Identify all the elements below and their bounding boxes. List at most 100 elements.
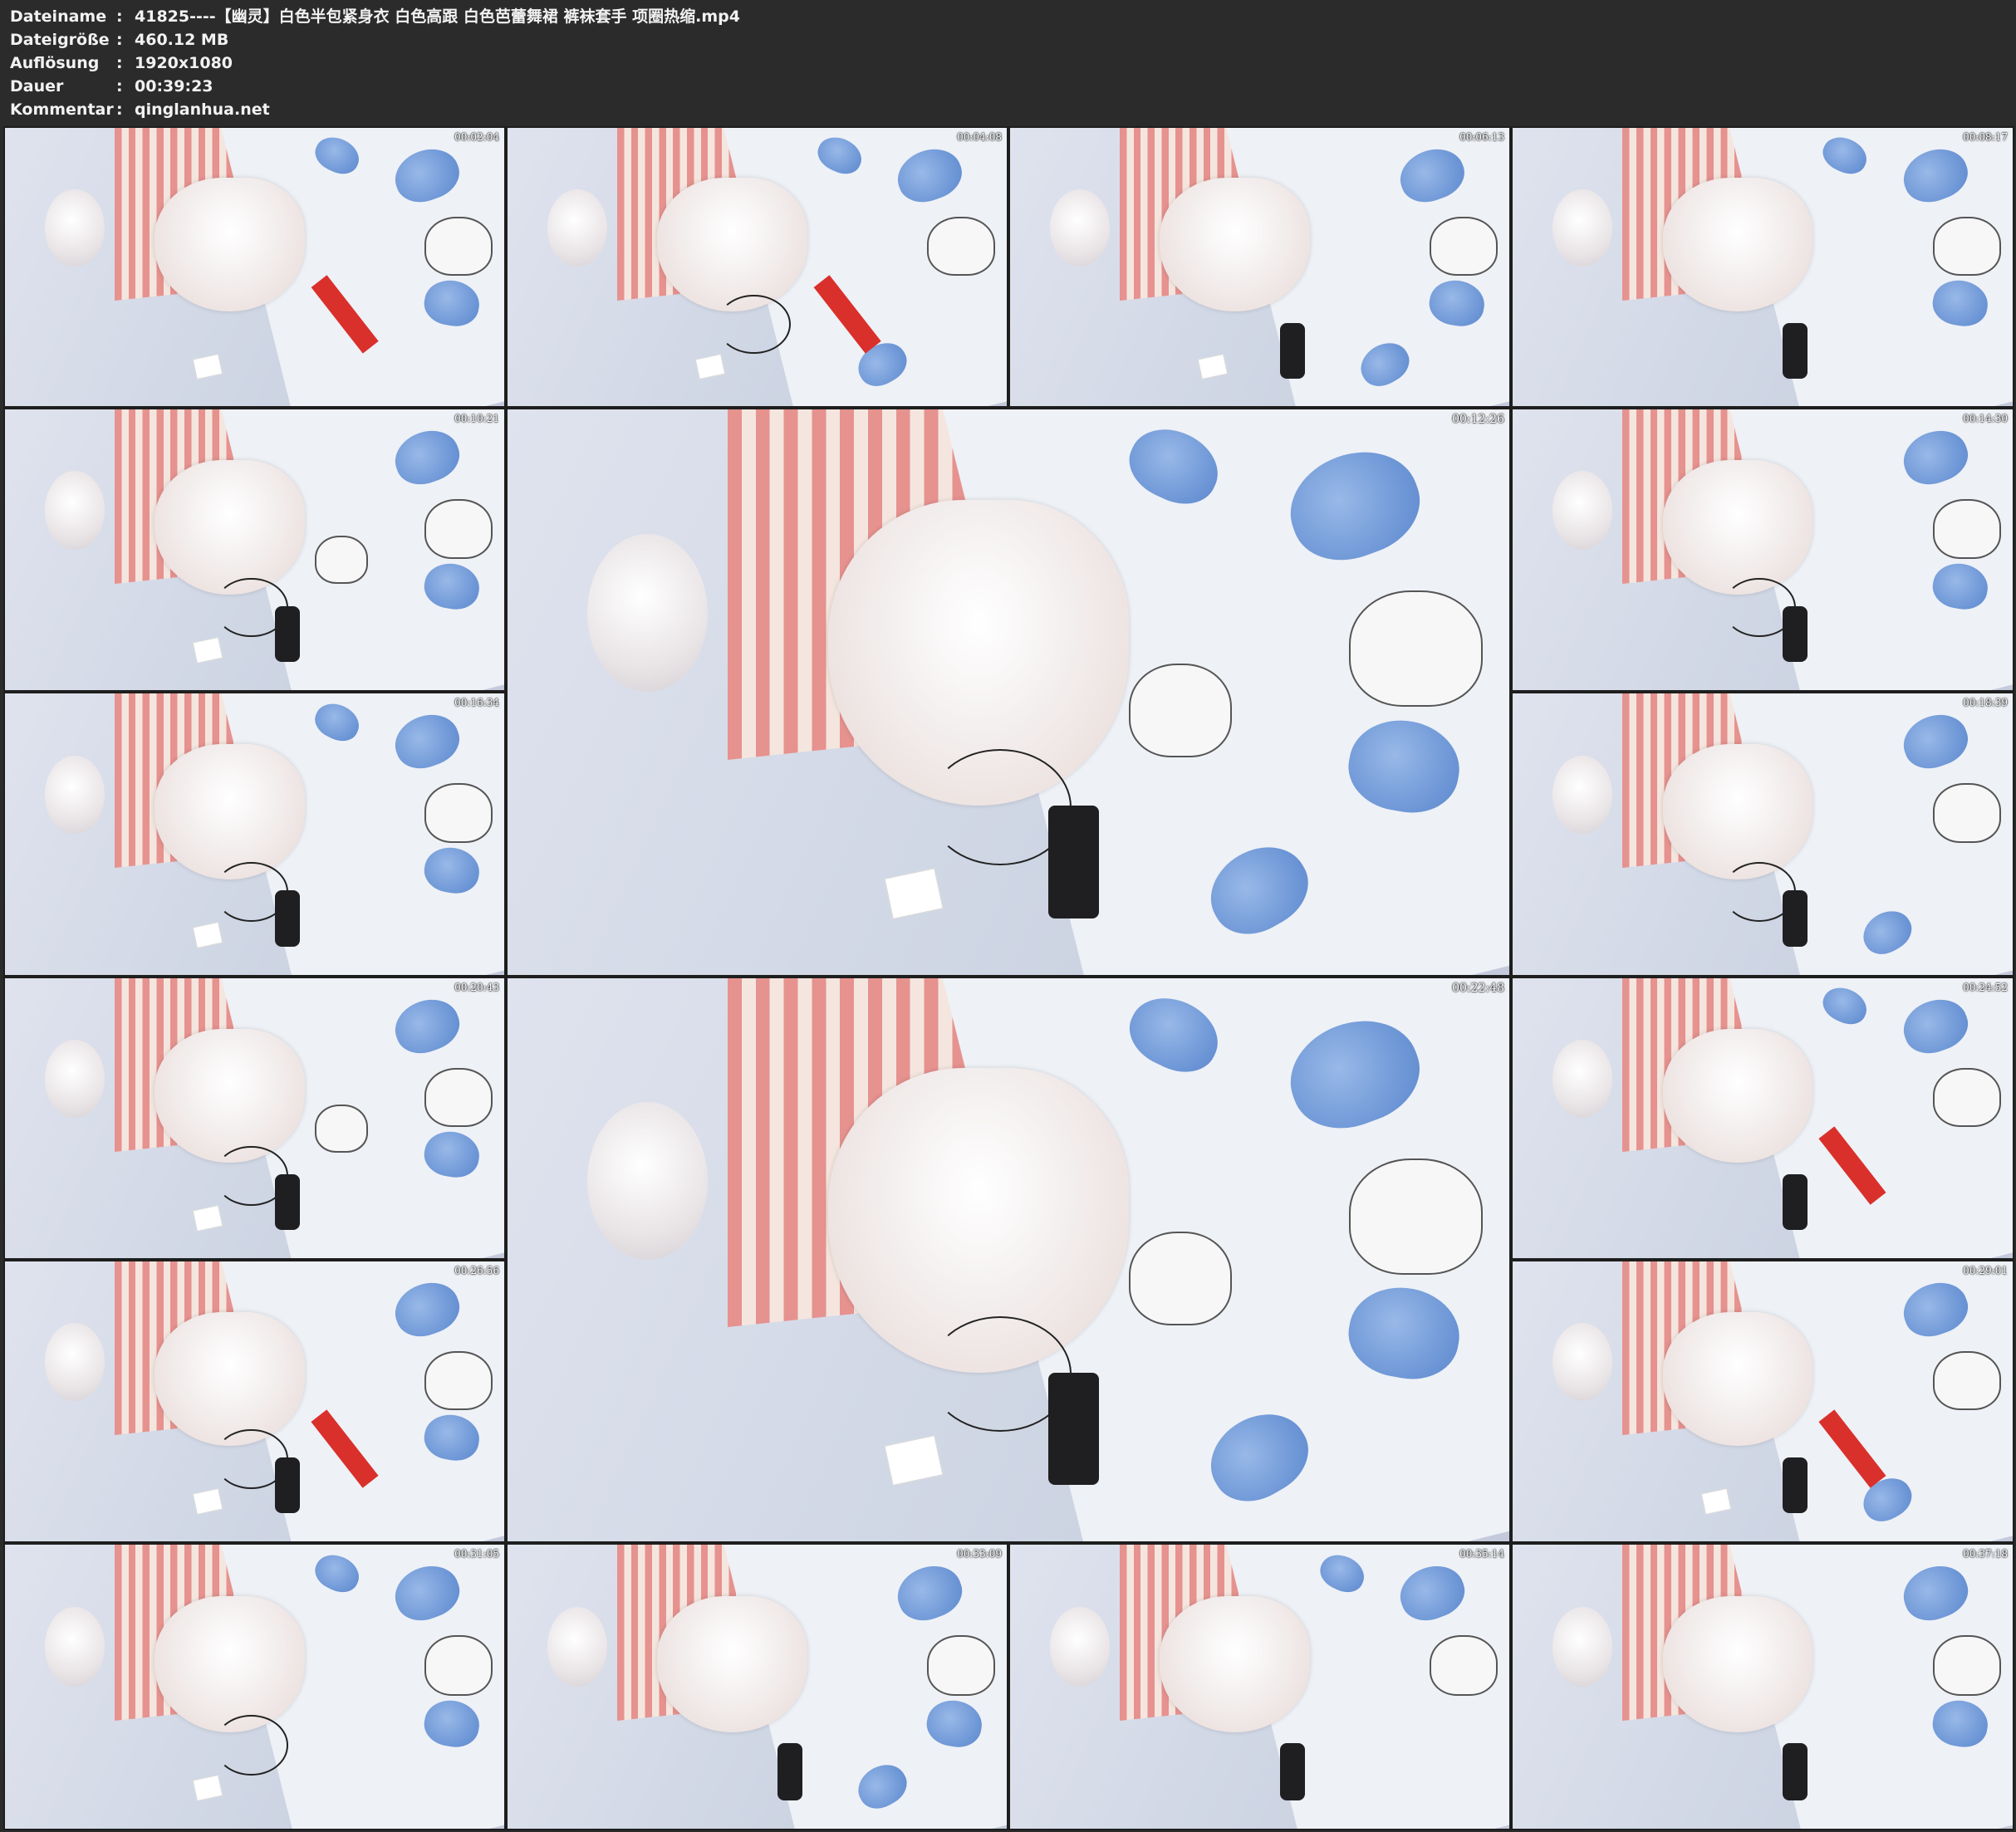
info-key: Auflösung (10, 54, 100, 72)
thumbnail-timestamp: 00:24:52 (1963, 982, 2008, 993)
info-separator: : (116, 54, 123, 72)
heat-gun (1048, 805, 1099, 918)
heat-gun (1783, 1457, 1808, 1514)
bear-print (1128, 664, 1233, 758)
figure-head (45, 1323, 105, 1402)
figure-head (1552, 1607, 1613, 1687)
info-value: 460.12 MB (135, 31, 229, 49)
figure-head (45, 1040, 105, 1119)
heat-gun (1783, 1173, 1808, 1231)
video-thumbnail[interactable]: 00:35:14 (1008, 1543, 1511, 1830)
bear-print (314, 536, 368, 585)
thumbnail-timestamp: 00:18:39 (1963, 697, 2008, 708)
cable (717, 295, 791, 354)
video-thumbnail[interactable]: 00:14:30 (1511, 408, 2014, 692)
figure (1662, 1595, 1813, 1732)
figure (1662, 178, 1813, 312)
info-key: Dateiname (10, 7, 107, 26)
heat-gun (1783, 322, 1808, 379)
paper-note (884, 868, 944, 919)
bear-print (424, 217, 493, 277)
figure (155, 178, 305, 312)
figure-head (1552, 1040, 1613, 1119)
thumbnail-timestamp: 00:04:08 (957, 131, 1002, 143)
heat-gun (1048, 1372, 1099, 1486)
video-thumbnail[interactable]: 00:02:04 (3, 126, 506, 408)
info-row-filename: Dateiname:41825----【幽灵】白色半包紧身衣 白色高跟 白色芭蕾… (10, 5, 740, 28)
figure-head (1552, 755, 1613, 835)
video-thumbnail[interactable]: 00:26:56 (3, 1260, 506, 1543)
video-thumbnail-large[interactable]: 00:12:26 (506, 408, 1511, 977)
info-value: 1920x1080 (135, 54, 233, 72)
figure (155, 1311, 305, 1447)
heat-gun (1279, 1743, 1305, 1800)
video-thumbnail[interactable]: 00:10:21 (3, 408, 506, 692)
figure-head (45, 755, 105, 835)
video-thumbnail[interactable]: 00:33:09 (506, 1543, 1008, 1830)
video-thumbnail[interactable]: 00:24:52 (1511, 977, 2014, 1260)
video-thumbnail[interactable]: 00:04:08 (506, 126, 1008, 408)
figure-head (1552, 189, 1613, 267)
info-row-duration: Dauer:00:39:23 (10, 75, 213, 98)
bear-print (1932, 217, 2001, 277)
video-thumbnail[interactable]: 00:29:01 (1511, 1260, 2014, 1543)
cable (214, 1715, 288, 1776)
heat-gun (1279, 322, 1305, 379)
bear-print (314, 1104, 368, 1153)
video-thumbnail[interactable]: 00:20:43 (3, 977, 506, 1260)
info-value: 41825----【幽灵】白色半包紧身衣 白色高跟 白色芭蕾舞裙 裤袜套手 项圈… (135, 7, 740, 26)
figure (1662, 744, 1813, 879)
video-thumbnail[interactable]: 00:31:05 (3, 1543, 506, 1830)
bear-print (424, 1350, 493, 1411)
heat-gun (274, 1173, 300, 1231)
info-value: 00:39:23 (135, 77, 213, 96)
figure (1662, 1311, 1813, 1447)
paper-note (1198, 353, 1229, 380)
figure-head (1050, 189, 1111, 267)
figure (155, 1028, 305, 1163)
bear-print (1429, 1635, 1498, 1696)
heat-gun (274, 605, 300, 663)
video-thumbnail[interactable]: 00:08:17 (1511, 126, 2014, 408)
paper-note (193, 637, 223, 664)
figure (1662, 1028, 1813, 1163)
figure-head (45, 1607, 105, 1687)
bear-print (1349, 590, 1483, 708)
info-row-filesize: Dateigröße:460.12 MB (10, 28, 228, 51)
paper-note (1700, 1488, 1732, 1515)
thumbnail-timestamp: 00:29:01 (1963, 1265, 2008, 1276)
heat-gun (274, 1457, 300, 1514)
video-thumbnail[interactable]: 00:37:18 (1511, 1543, 2014, 1830)
figure-head (547, 189, 608, 267)
video-thumbnail[interactable]: 00:16:34 (3, 692, 506, 977)
heat-gun (777, 1743, 802, 1800)
video-thumbnail[interactable]: 00:18:39 (1511, 692, 2014, 977)
info-separator: : (116, 31, 123, 49)
video-thumbnail[interactable]: 00:06:13 (1008, 126, 1511, 408)
figure-head (547, 1607, 608, 1687)
figure (1160, 178, 1310, 312)
bear-print (1932, 1067, 2001, 1128)
video-thumbnail-large[interactable]: 00:22:48 (506, 977, 1511, 1543)
info-row-comment: Kommentar: qinglanhua.net (10, 98, 270, 121)
bear-print (1932, 783, 2001, 844)
bear-print (1932, 1350, 2001, 1411)
bear-print (926, 217, 995, 277)
figure (657, 178, 807, 312)
info-separator: : (116, 77, 123, 96)
heat-gun (274, 890, 300, 948)
info-key: Dauer (10, 77, 64, 96)
bear-print (1349, 1158, 1483, 1275)
thumbnail-timestamp: 00:12:26 (1452, 413, 1504, 426)
bear-print (424, 499, 493, 559)
info-separator: : (116, 7, 123, 26)
thumbnail-timestamp: 00:35:14 (1459, 1548, 1504, 1560)
thumbnail-timestamp: 00:20:43 (454, 982, 499, 993)
figure (1160, 1595, 1310, 1732)
bear-print (424, 1635, 493, 1696)
thumbnail-timestamp: 00:06:13 (1459, 131, 1504, 143)
thumbnail-timestamp: 00:16:34 (454, 697, 499, 708)
figure (1662, 459, 1813, 595)
paper-note (193, 1775, 223, 1802)
bear-print (1932, 499, 2001, 559)
